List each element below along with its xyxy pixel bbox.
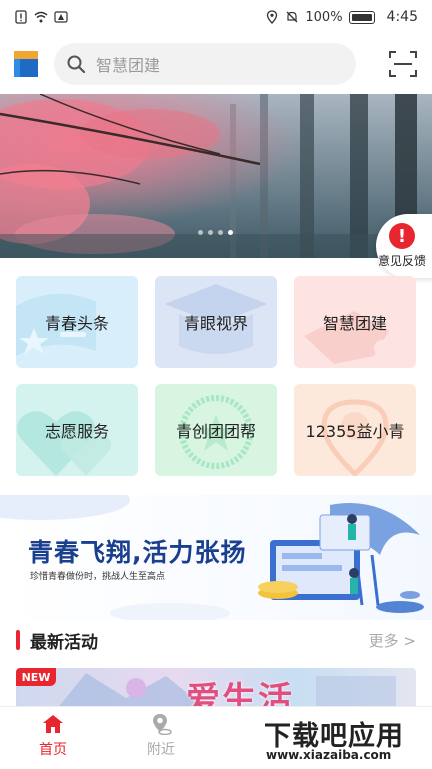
nav-item-home[interactable]: 首页 xyxy=(18,713,88,759)
battery-percent: 100% xyxy=(305,9,343,25)
app-logo-icon[interactable] xyxy=(14,51,40,77)
nav-label: 附近 xyxy=(147,742,175,758)
scan-icon[interactable] xyxy=(388,49,418,79)
tile-label: 志愿服务 xyxy=(44,422,109,441)
section-accent-bar xyxy=(16,630,20,650)
feature-grid: 青春头条 青眼视界 智慧团建 志愿服务 青创团团帮 12355益小青 xyxy=(16,276,416,476)
location-pin-icon xyxy=(267,10,278,24)
new-badge: NEW xyxy=(16,668,56,686)
tile-youth-innovation[interactable]: 青创团团帮 xyxy=(155,384,277,476)
tile-smart-league[interactable]: 智慧团建 xyxy=(294,276,416,368)
nav-item-nearby[interactable]: 附近 xyxy=(126,713,196,759)
tile-12355[interactable]: 12355益小青 xyxy=(294,384,416,476)
tile-youth-vision[interactable]: 青眼视界 xyxy=(155,276,277,368)
tile-volunteer-service[interactable]: 志愿服务 xyxy=(16,384,138,476)
location-icon xyxy=(153,714,172,735)
nav-label: 首页 xyxy=(39,742,67,758)
sim-alert-icon xyxy=(15,10,27,24)
tile-label: 智慧团建 xyxy=(322,314,387,333)
clock: 4:45 xyxy=(386,9,418,25)
activity-card[interactable]: NEW 爱生活 xyxy=(16,668,416,710)
carousel-dot[interactable] xyxy=(198,230,203,235)
search-icon xyxy=(67,55,86,74)
battery-icon xyxy=(348,10,375,24)
home-icon xyxy=(43,715,63,733)
mute-bell-icon xyxy=(286,11,298,23)
watermark-url: www.xiazaiba.com xyxy=(266,748,392,762)
feedback-label: 意见反馈 xyxy=(377,254,426,268)
carousel-dot[interactable] xyxy=(208,230,213,235)
tile-label: 青创团团帮 xyxy=(175,422,256,441)
promo-subtitle: 珍惜青春做份时，挑战人生至高点 xyxy=(30,572,166,582)
watermark: 下载吧应用 www.xiazaiba.com xyxy=(258,714,428,766)
header: 智慧团建 xyxy=(0,34,432,94)
tile-youth-headlines[interactable]: 青春头条 xyxy=(16,276,138,368)
feedback-button[interactable]: ! 意见反馈 xyxy=(376,214,432,278)
more-link[interactable]: 更多 > xyxy=(369,630,416,651)
carousel-dot[interactable] xyxy=(218,230,223,235)
latest-activities-header: 最新活动 更多 > xyxy=(16,628,416,653)
warning-icon xyxy=(54,11,68,23)
status-bar: 100% 4:45 xyxy=(0,0,432,34)
promo-banner[interactable]: 青春飞翔,活力张扬 珍惜青春做份时，挑战人生至高点 xyxy=(0,495,432,620)
search-bar[interactable]: 智慧团建 xyxy=(54,43,356,85)
search-placeholder: 智慧团建 xyxy=(96,56,161,75)
tile-label: 青眼视界 xyxy=(183,314,248,333)
activity-title: 爱生活 xyxy=(186,680,294,710)
carousel-dots[interactable] xyxy=(198,230,233,235)
section-title: 最新活动 xyxy=(30,632,98,653)
tile-label: 青春头条 xyxy=(44,314,109,333)
exclamation-icon: ! xyxy=(389,223,415,249)
promo-title: 青春飞翔,活力张扬 xyxy=(28,538,247,567)
tile-label: 12355益小青 xyxy=(305,422,405,441)
wifi-icon xyxy=(34,11,48,23)
carousel-dot-active[interactable] xyxy=(228,230,233,235)
